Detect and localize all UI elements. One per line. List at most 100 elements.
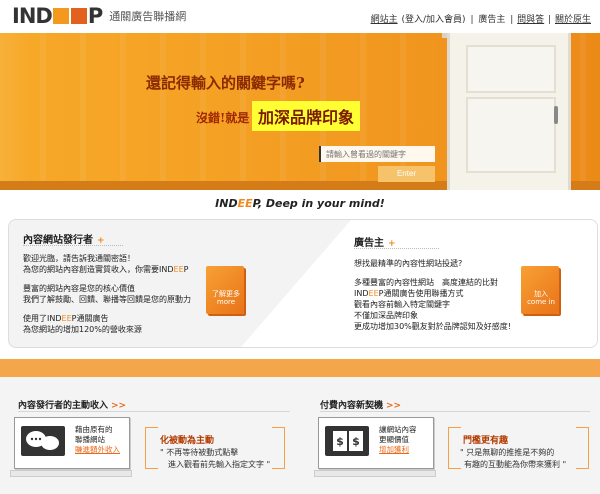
- learn-more-button[interactable]: 了解更多 more: [206, 266, 244, 314]
- paid-info-line: 更顯價值: [379, 435, 409, 444]
- publisher-info-line: 聯播網站: [75, 435, 105, 444]
- publisher-line: 為您網站的增加120%的營收來源: [23, 325, 142, 334]
- chevron-right-icon: >>: [111, 401, 127, 411]
- advertiser-line: 多種豐富的內容性網站 高度連結的比對: [354, 278, 498, 287]
- wall-stripe: [120, 33, 126, 190]
- divider: [23, 245, 123, 249]
- advertiser-card-title: 廣告主 +: [354, 234, 396, 249]
- paid-highlight-line: " 只是無聊的推推是不夠的: [460, 448, 555, 457]
- paid-highlight-text: " 只是無聊的推推是不夠的 有趣的互動能為你帶來獲利 ": [460, 447, 566, 471]
- paid-info-box: $ $ 讓網站內容 更顯價值 增加獲利: [318, 417, 434, 469]
- chat-bubbles-svg: [26, 431, 59, 450]
- link-about[interactable]: 關於原生: [555, 15, 591, 25]
- box-stand: [314, 470, 436, 477]
- divider: [354, 248, 439, 252]
- advertiser-line: INDEEP通關廣告使用聯播方式: [354, 289, 464, 298]
- publisher-highlight-title: 化被動為主動: [160, 436, 215, 446]
- bracket: [145, 427, 158, 469]
- door-panel: [466, 45, 556, 93]
- slogan-part1: IND: [215, 197, 238, 210]
- paid-content-title: 付費內容新契機 >>: [320, 398, 401, 411]
- top-links: 網站主 (登入/加入會員) | 廣告主 | 問與答 | 關於原生: [371, 12, 591, 25]
- svg-text:$: $: [336, 435, 344, 448]
- slogan: INDEEP, Deep in your mind!: [0, 197, 600, 210]
- wall-stripe: [160, 33, 166, 190]
- bracket: [272, 427, 285, 469]
- logo-e-block-2: [70, 8, 87, 24]
- money-document-icon: $ $: [325, 426, 369, 456]
- paid-content-title-text: 付費內容新契機: [320, 401, 384, 411]
- publisher-info-line: 藉由原有的: [75, 425, 113, 434]
- divider: [320, 411, 590, 412]
- logo-p: P: [87, 4, 104, 28]
- link-publisher[interactable]: 網站主: [371, 15, 398, 25]
- slogan-part2: P, Deep in your mind!: [252, 197, 385, 210]
- divider: [18, 411, 290, 412]
- door-illustration: [447, 33, 571, 190]
- publisher-highlight-text: " 不再等待被動式點擊 進入觀看前先輸入指定文字 ": [160, 447, 270, 471]
- paid-info-text: 讓網站內容 更顯價值 增加獲利: [379, 425, 417, 455]
- publisher-line: 使用了INDEEP通關廣告: [23, 314, 109, 323]
- publisher-info-box: 藉由原有的 聯播網站 賺進額外收入: [14, 417, 130, 469]
- advertiser-line: 更成功增加30%觀友對於品牌認知及好感度!: [354, 322, 511, 331]
- publisher-line: 我們了解鼓勵、回饋、聯播等回饋是您的原動力: [23, 295, 191, 304]
- publisher-income-link[interactable]: 賺進額外收入: [75, 445, 120, 455]
- paid-content-link[interactable]: 增加獲利: [379, 445, 417, 455]
- money-document-svg: $ $: [333, 431, 363, 451]
- logo-ind: IND: [12, 4, 53, 28]
- top-bar: IND P 通關廣告聯播網 網站主 (登入/加入會員) | 廣告主 | 問與答 …: [0, 0, 600, 33]
- wall-stripe: [40, 33, 46, 190]
- orange-band: [0, 359, 600, 377]
- hero-answer-prefix: 沒錯!就是: [196, 111, 250, 125]
- link-advertiser[interactable]: 廣告主: [478, 15, 505, 25]
- door-panel: [466, 97, 556, 173]
- publisher-line: 歡迎光臨，請告訴我通關密語！: [23, 254, 135, 263]
- link-publisher-login[interactable]: (登入/加入會員): [402, 15, 466, 25]
- paid-highlight-line: 有趣的互動能為你帶來獲利 ": [464, 460, 567, 469]
- separator: |: [470, 15, 474, 25]
- hero-banner: 還記得輸入的關鍵字嗎? 沒錯!就是 加深品牌印象: [0, 33, 600, 190]
- advertiser-line: 想找最精準的內容性網站投遞?: [354, 259, 463, 268]
- come-in-button[interactable]: 加入 come in: [521, 266, 559, 314]
- box-stand: [10, 470, 132, 477]
- logo-subtitle: 通關廣告聯播網: [109, 10, 187, 23]
- slogan-ee: EE: [237, 197, 253, 210]
- publisher-line: 為您的網站內容創造實質收入，你需要INDEEP: [23, 265, 189, 274]
- publisher-card-title: 內容網站發行者 +: [23, 231, 105, 246]
- advertiser-card-text: 想找最精準的內容性網站投遞? 多種豐富的內容性網站 高度連結的比對 INDEEP…: [354, 258, 511, 332]
- separator: |: [510, 15, 514, 25]
- publisher-highlight-line: 進入觀看前先輸入指定文字 ": [168, 460, 271, 469]
- enter-button[interactable]: Enter: [378, 166, 435, 182]
- logo-e-block: [52, 8, 69, 24]
- intro-cards: 內容網站發行者 + 歡迎光臨，請告訴我通關密語！ 為您的網站內容創造實質收入，你需…: [8, 219, 598, 348]
- wall-stripe: [80, 33, 86, 190]
- wall-light: [0, 33, 30, 190]
- bottom-sections: 內容發行者的主動收入 >> 藉由原有的 聯播網站 賺進額外收入 化被動為主動 " …: [0, 377, 600, 494]
- separator: |: [548, 15, 552, 25]
- wall-stripe: [360, 33, 366, 190]
- hero-question: 還記得輸入的關鍵字嗎?: [146, 74, 305, 92]
- come-in-label: 加入 come in: [527, 290, 555, 306]
- wall-stripe: [580, 33, 586, 190]
- keyword-input[interactable]: [319, 146, 435, 162]
- publisher-income-title: 內容發行者的主動收入 >>: [18, 398, 126, 411]
- link-faq[interactable]: 問與答: [517, 15, 544, 25]
- learn-more-label: 了解更多 more: [212, 290, 240, 306]
- logo[interactable]: IND P 通關廣告聯播網: [12, 4, 187, 28]
- bracket: [576, 427, 589, 469]
- hero-answer-highlight: 加深品牌印象: [252, 101, 361, 131]
- publisher-highlight-line: " 不再等待被動式點擊: [160, 448, 239, 457]
- advertiser-line: 觀看內容前輸入特定關鍵字: [354, 300, 450, 309]
- advertiser-line: 不僅加深品牌印象: [354, 311, 418, 320]
- chat-bubbles-icon: [21, 426, 65, 456]
- paid-highlight-title: 門檻更有趣: [463, 436, 509, 446]
- publisher-line: 豐富的網站內容是您的核心價值: [23, 284, 135, 293]
- publisher-income-title-text: 內容發行者的主動收入: [18, 401, 109, 411]
- svg-text:$: $: [352, 435, 360, 448]
- paid-info-line: 讓網站內容: [379, 425, 417, 434]
- door-handle: [554, 106, 558, 124]
- publisher-info-text: 藉由原有的 聯播網站 賺進額外收入: [75, 425, 120, 455]
